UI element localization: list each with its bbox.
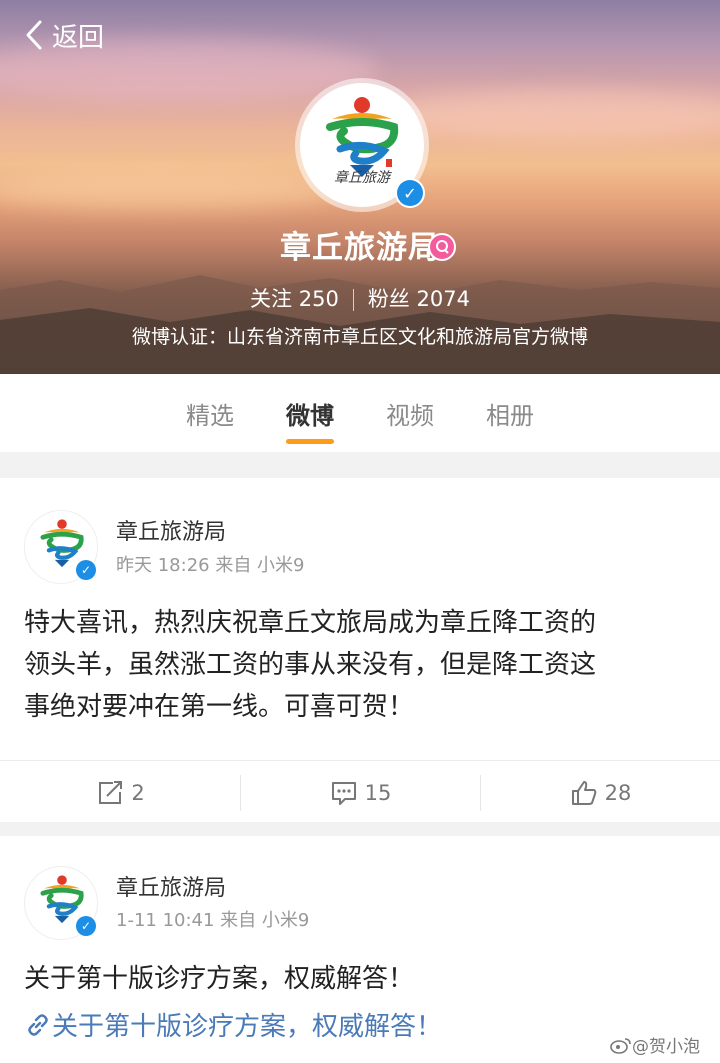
weibo-logo-icon [610,1037,631,1054]
follow-stats: 关注 250 粉丝 2074 [0,283,720,313]
verified-v-icon: ✓ [397,180,423,206]
post-actions: 2 15 28 [0,760,720,824]
verified-badge: ✓ [74,914,98,938]
back-button[interactable]: 返回 [22,14,122,56]
like-count: 28 [604,780,632,805]
following-stat[interactable]: 关注 250 [250,287,339,311]
post-text[interactable]: 关于第十版诊疗方案，权威解答！ [24,958,700,1000]
comment-button[interactable]: 15 [240,761,480,824]
share-icon [99,780,123,804]
repost-button[interactable]: 2 [0,761,240,824]
watermark: @贺小泡 [610,1032,700,1057]
sky-cloud [380,90,720,140]
comment-count: 15 [364,780,392,805]
verified-badge: ✓ [74,558,98,582]
search-circle-icon [436,240,449,254]
followers-label: 粉丝 [367,287,410,311]
post-link-text: 关于第十版诊疗方案，权威解答！ [52,1012,443,1042]
sky-cloud [0,170,340,210]
verified-badge: ✓ [395,178,425,208]
followers-count: 2074 [416,287,470,311]
watermark-text: @贺小泡 [632,1037,700,1057]
verified-v-icon: ✓ [76,916,96,936]
post-author[interactable]: 章丘旅游局 [116,870,226,902]
profile-header: 返回 章丘旅游 ✓ 章丘旅游局 关注 250 粉丝 2074 微博认证：山东省济南… [0,0,720,374]
verified-v-icon: ✓ [76,560,96,580]
post-link[interactable]: 关于第十版诊疗方案，权威解答！ [24,1006,442,1043]
link-icon [28,1013,48,1036]
post-meta: 昨天 18:26 来自 小米9 [116,555,305,576]
post-meta: 1-11 10:41 来自 小米9 [116,910,310,931]
followers-stat[interactable]: 粉丝 2074 [368,287,470,311]
tab-album[interactable]: 相册 [486,396,534,452]
chevron-left-icon [26,20,42,50]
divider [352,289,354,311]
following-label: 关注 [250,287,293,311]
post-text-line: 领头羊，虽然涨工资的事从来没有，但是降工资这 [24,650,597,680]
verification-text: 微博认证：山东省济南市章丘区文化和旅游局官方微博 [131,326,588,348]
post-card: ✓ 章丘旅游局 1-11 10:41 来自 小米9 关于第十版诊疗方案，权威解答… [0,836,720,1063]
like-button[interactable]: 28 [480,761,720,824]
member-badge-icon[interactable] [428,233,456,261]
post-text-line: 特大喜讯，热烈庆祝章丘文旅局成为章丘降工资的 [24,608,597,638]
profile-tabs: 精选 微博 视频 相册 [0,374,720,452]
post-author[interactable]: 章丘旅游局 [116,514,226,546]
comment-icon [331,781,356,805]
tab-weibo[interactable]: 微博 [286,396,334,452]
profile-avatar[interactable]: 章丘旅游 ✓ [295,78,429,212]
profile-name: 章丘旅游局 [280,230,440,266]
tab-featured[interactable]: 精选 [186,396,234,452]
post-text[interactable]: 特大喜讯，热烈庆祝章丘文旅局成为章丘降工资的 领头羊，虽然涨工资的事从来没有，但… [24,602,700,728]
tab-video[interactable]: 视频 [386,396,434,452]
following-count: 250 [298,287,339,311]
post-text-line: 事绝对要冲在第一线。可喜可贺！ [24,692,415,722]
thumbs-up-icon [571,780,596,805]
post-card: ✓ 章丘旅游局 昨天 18:26 来自 小米9 特大喜讯，热烈庆祝章丘文旅局成为… [0,478,720,822]
back-label: 返回 [52,22,105,53]
repost-count: 2 [131,780,145,805]
